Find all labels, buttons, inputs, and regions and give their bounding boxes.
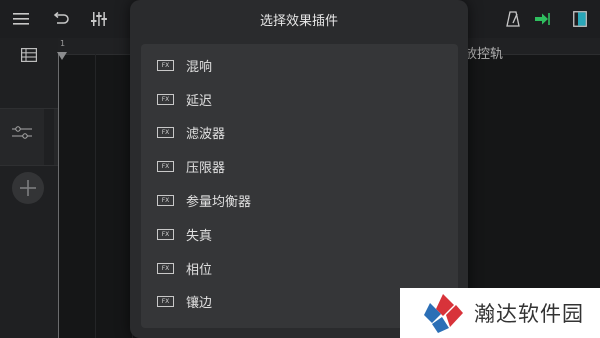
fx-badge-icon: FX <box>157 263 174 274</box>
fx-badge-icon: FX <box>157 127 174 138</box>
effect-item-distortion[interactable]: FX 失真 <box>141 218 458 251</box>
effect-item-parametric-eq[interactable]: FX 参量均衡器 <box>141 184 458 217</box>
plus-icon <box>20 180 36 196</box>
watermark: 瀚达软件园 <box>400 288 600 338</box>
undo-button[interactable] <box>46 0 76 38</box>
fx-badge-icon: FX <box>157 229 174 240</box>
fx-badge-icon: FX <box>157 161 174 172</box>
dialog-title: 选择效果插件 <box>259 14 338 29</box>
menu-button[interactable] <box>6 0 36 38</box>
track-list-icon <box>21 48 37 62</box>
effect-item-delay[interactable]: FX 延迟 <box>141 83 458 116</box>
export-button[interactable] <box>530 0 554 38</box>
effect-item-label: 滤波器 <box>186 127 226 142</box>
effect-item-filter[interactable]: FX 滤波器 <box>141 116 458 149</box>
effect-item-label: 镶边 <box>186 296 213 311</box>
menu-icon <box>13 13 29 25</box>
effect-item-phaser[interactable]: FX 相位 <box>141 252 458 285</box>
effect-item-label: 失真 <box>186 229 213 244</box>
metronome-icon <box>506 11 520 27</box>
mixer-sliders-icon <box>91 12 107 26</box>
mixer-button[interactable] <box>84 0 114 38</box>
undo-icon <box>53 12 69 24</box>
track-list-button[interactable] <box>0 44 58 66</box>
effect-item-compressor[interactable]: FX 压限器 <box>141 150 458 183</box>
watermark-text: 瀚达软件园 <box>474 302 584 326</box>
effect-list: FX 混响 FX 延迟 FX 滤波器 FX 压限器 FX 参量均衡器 FX 失真… <box>141 44 458 328</box>
effect-item-reverb[interactable]: FX 混响 <box>141 49 458 82</box>
metronome-button[interactable] <box>500 0 526 38</box>
panel-toggle-button[interactable] <box>568 0 592 38</box>
watermark-logo-icon <box>424 294 463 333</box>
playhead-handle[interactable] <box>57 52 67 60</box>
effect-item-label: 压限器 <box>186 161 226 176</box>
effect-item-label: 混响 <box>186 60 213 75</box>
panel-toggle-icon <box>573 11 587 27</box>
playhead-line <box>58 52 59 338</box>
fx-badge-icon: FX <box>157 94 174 105</box>
fx-badge-icon: FX <box>157 296 174 307</box>
track-mixer-button[interactable] <box>12 125 32 144</box>
fx-badge-icon: FX <box>157 195 174 206</box>
effect-item-label: 延迟 <box>186 94 213 109</box>
add-track-button[interactable] <box>12 172 44 204</box>
track-mixer-icon <box>12 126 32 139</box>
track-hint-text: 放控轨 <box>464 47 504 62</box>
track-sidebar <box>0 38 59 338</box>
export-arrow-icon <box>535 13 550 25</box>
grid-line <box>95 54 96 338</box>
effect-item-label: 相位 <box>186 263 213 278</box>
track-color-strip <box>44 109 54 165</box>
effect-item-label: 参量均衡器 <box>186 195 252 210</box>
fx-badge-icon: FX <box>157 60 174 71</box>
track-row[interactable] <box>0 108 58 166</box>
ruler-start-label: 1 <box>60 39 66 48</box>
